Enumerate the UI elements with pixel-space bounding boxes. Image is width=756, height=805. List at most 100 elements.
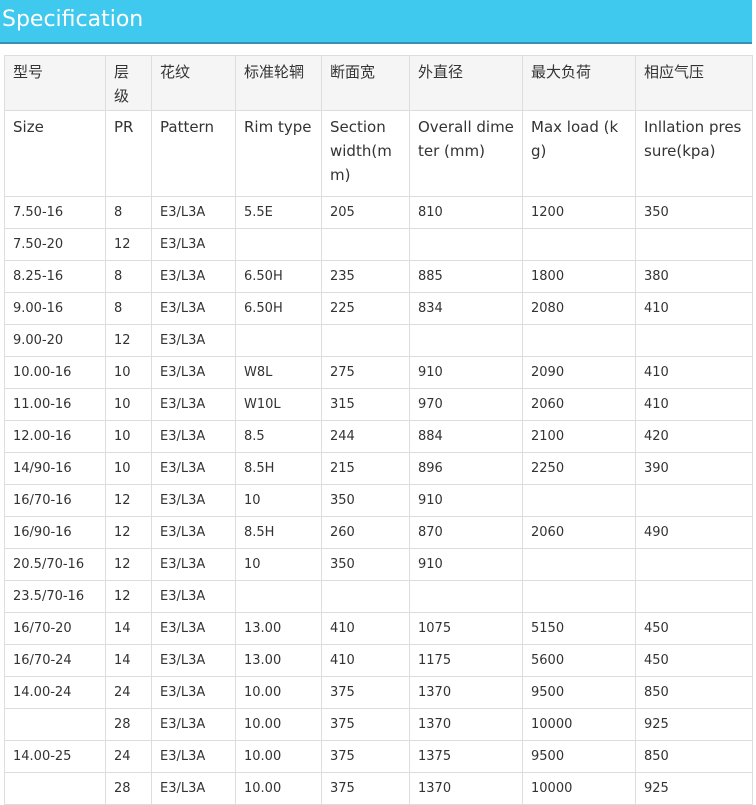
table-cell	[522, 228, 636, 261]
table-cell: 24	[105, 676, 152, 709]
table-row: 28 E3/L3A 10.00 375 1370 10000 925	[4, 708, 753, 741]
header-cell: 外直径	[409, 55, 523, 111]
table-cell: 28	[105, 708, 152, 741]
table-cell: E3/L3A	[151, 740, 236, 773]
table-cell: 410	[635, 356, 753, 389]
header-cell: Section width(mm)	[321, 110, 410, 197]
table-cell: 14/90-16	[4, 452, 106, 485]
table-row: 12.00-16 10 E3/L3A 8.5 244 884 2100 420	[4, 420, 753, 453]
header-cell: Rim type	[235, 110, 322, 197]
table-cell	[522, 324, 636, 357]
table-cell: 834	[409, 292, 523, 325]
table-cell: 20.5/70-16	[4, 548, 106, 581]
table-cell: 16/70-20	[4, 612, 106, 645]
table-cell: E3/L3A	[151, 196, 236, 229]
table-row: 10.00-16 10 E3/L3A W8L 275 910 2090 410	[4, 356, 753, 389]
table-cell: 2100	[522, 420, 636, 453]
table-row: 28 E3/L3A 10.00 375 1370 10000 925	[4, 772, 753, 805]
table-cell: 910	[409, 356, 523, 389]
table-cell: 260	[321, 516, 410, 549]
table-cell: 6.50H	[235, 292, 322, 325]
table-row: 14.00-24 24 E3/L3A 10.00 375 1370 9500 850	[4, 676, 753, 709]
table-cell: 8.5	[235, 420, 322, 453]
table-cell: 10.00	[235, 772, 322, 805]
table-cell: 10000	[522, 708, 636, 741]
table-cell	[409, 580, 523, 613]
table-cell: 10000	[522, 772, 636, 805]
table-cell	[522, 580, 636, 613]
table-cell: E3/L3A	[151, 676, 236, 709]
table-row: 9.00-16 8 E3/L3A 6.50H 225 834 2080 410	[4, 292, 753, 325]
table-cell: 23.5/70-16	[4, 580, 106, 613]
table-cell: 1200	[522, 196, 636, 229]
table-row: 20.5/70-16 12 E3/L3A 10 350 910	[4, 548, 753, 581]
table-cell: 910	[409, 484, 523, 517]
table-cell: E3/L3A	[151, 420, 236, 453]
table-cell: 10	[105, 452, 152, 485]
table-cell: E3/L3A	[151, 228, 236, 261]
table-cell: 870	[409, 516, 523, 549]
table-cell	[635, 580, 753, 613]
table-cell	[635, 484, 753, 517]
table-cell	[635, 228, 753, 261]
table-cell: 11.00-16	[4, 388, 106, 421]
table-cell	[409, 228, 523, 261]
table-cell: 8.5H	[235, 516, 322, 549]
table-cell: 925	[635, 708, 753, 741]
table-row: 14/90-16 10 E3/L3A 8.5H 215 896 2250 390	[4, 452, 753, 485]
table-cell	[635, 324, 753, 357]
table-cell: 896	[409, 452, 523, 485]
table-cell: 410	[635, 292, 753, 325]
table-cell: 970	[409, 388, 523, 421]
table-cell: 244	[321, 420, 410, 453]
table-cell: 850	[635, 676, 753, 709]
table-cell: E3/L3A	[151, 548, 236, 581]
table-cell: E3/L3A	[151, 324, 236, 357]
table-cell: 1800	[522, 260, 636, 293]
table-cell: 7.50-20	[4, 228, 106, 261]
table-cell: 235	[321, 260, 410, 293]
table-cell: 810	[409, 196, 523, 229]
table-cell: 380	[635, 260, 753, 293]
table-cell	[321, 324, 410, 357]
table-cell: 1075	[409, 612, 523, 645]
table-cell: W8L	[235, 356, 322, 389]
table-cell: 2090	[522, 356, 636, 389]
header-cell: 标准轮辋	[235, 55, 322, 111]
header-cell: Max load (kg)	[522, 110, 636, 197]
table-cell: 2060	[522, 516, 636, 549]
table-cell: 13.00	[235, 612, 322, 645]
table-row: 16/70-24 14 E3/L3A 13.00 410 1175 5600 450	[4, 644, 753, 677]
header-cell: Size	[4, 110, 106, 197]
table-cell: 12	[105, 484, 152, 517]
table-row: 16/70-16 12 E3/L3A 10 350 910	[4, 484, 753, 517]
table-row: 7.50-20 12 E3/L3A	[4, 228, 753, 261]
table-cell: 910	[409, 548, 523, 581]
header-cell: Overall dimeter (mm)	[409, 110, 523, 197]
table-cell: 13.00	[235, 644, 322, 677]
table-cell: 420	[635, 420, 753, 453]
table-row: 11.00-16 10 E3/L3A W10L 315 970 2060 410	[4, 388, 753, 421]
table-cell: 410	[635, 388, 753, 421]
table-cell	[522, 548, 636, 581]
table-cell	[4, 708, 106, 741]
table-cell	[635, 548, 753, 581]
table-cell: 375	[321, 772, 410, 805]
table-cell: 8	[105, 196, 152, 229]
specification-table: 型号 层级 花纹 标准轮辋 断面宽 外直径 最大负荷 相应气压 Size PR Pattern Rim…	[4, 55, 753, 805]
header-cell: 最大负荷	[522, 55, 636, 111]
table-cell: 275	[321, 356, 410, 389]
table-cell: 9500	[522, 740, 636, 773]
table-cell: 10	[235, 548, 322, 581]
table-row: 7.50-16 8 E3/L3A 5.5E 205 810 1200 350	[4, 196, 753, 229]
table-cell: 7.50-16	[4, 196, 106, 229]
header-cell: Inllation pressure(kpa)	[635, 110, 753, 197]
table-row: 23.5/70-16 12 E3/L3A	[4, 580, 753, 613]
table-cell: 10	[105, 420, 152, 453]
table-cell: E3/L3A	[151, 260, 236, 293]
table-cell: E3/L3A	[151, 708, 236, 741]
table-cell: 390	[635, 452, 753, 485]
table-cell: 215	[321, 452, 410, 485]
table-row: 9.00-20 12 E3/L3A	[4, 324, 753, 357]
table-cell: 24	[105, 740, 152, 773]
